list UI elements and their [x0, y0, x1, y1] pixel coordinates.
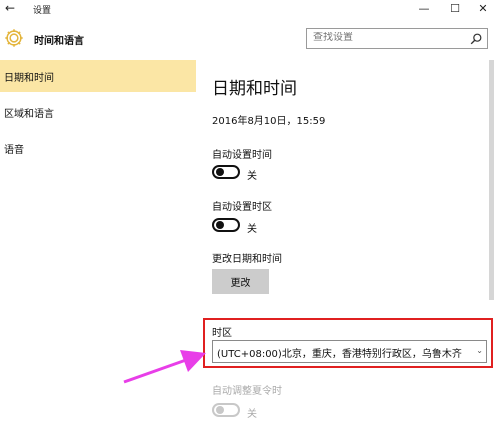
sidebar-item-label: 语音 [4, 145, 24, 156]
search-icon[interactable] [469, 32, 483, 46]
toggle-knob [216, 406, 224, 414]
dst-state: 关 [247, 409, 257, 420]
close-icon[interactable]: ✕ [470, 0, 496, 18]
annotation-arrow-icon [123, 350, 206, 384]
sidebar-item-label: 日期和时间 [4, 73, 54, 84]
maximize-icon[interactable]: ☐ [442, 0, 468, 18]
toggle-knob [216, 221, 224, 229]
dst-label: 自动调整夏令时 [212, 386, 282, 397]
change-datetime-label: 更改日期和时间 [212, 254, 282, 265]
search-box[interactable] [306, 28, 488, 49]
page-title: 日期和时间 [212, 79, 297, 99]
window-title: 设置 [33, 6, 52, 16]
scrollbar[interactable] [489, 60, 494, 300]
main-content: 日期和时间 2016年8月10日，15:59 自动设置时间 关 自动设置时区 关… [196, 60, 496, 423]
change-button[interactable]: 更改 [212, 269, 269, 294]
highlight-box [203, 318, 493, 368]
search-input[interactable] [313, 32, 463, 43]
sidebar-item-region-language[interactable]: 区域和语言 [0, 96, 196, 128]
sidebar-item-date-time[interactable]: 日期和时间 [0, 60, 196, 92]
dst-toggle[interactable] [212, 403, 240, 417]
page-header: 时间和语言 [0, 18, 496, 60]
section-title: 时间和语言 [34, 36, 84, 47]
toggle-knob [216, 168, 224, 176]
current-datetime: 2016年8月10日，15:59 [212, 116, 326, 127]
auto-timezone-toggle[interactable] [212, 218, 240, 232]
title-bar: ← 设置 — ☐ ✕ [0, 0, 496, 18]
auto-time-toggle[interactable] [212, 165, 240, 179]
auto-time-state: 关 [247, 171, 257, 182]
sidebar-item-speech[interactable]: 语音 [0, 132, 196, 164]
minimize-icon[interactable]: — [411, 0, 437, 18]
auto-time-label: 自动设置时间 [212, 150, 272, 161]
sidebar-item-label: 区域和语言 [4, 109, 54, 120]
auto-timezone-state: 关 [247, 224, 257, 235]
gear-icon [5, 29, 23, 47]
back-arrow-icon[interactable]: ← [5, 1, 19, 15]
auto-timezone-label: 自动设置时区 [212, 202, 272, 213]
